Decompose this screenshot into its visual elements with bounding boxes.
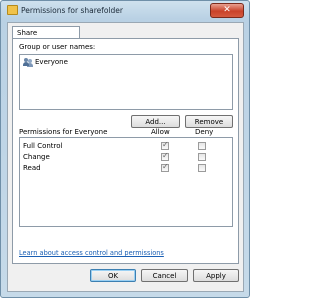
- permission-name: Full Control: [23, 142, 63, 150]
- permissions-dialog: Permissions for sharefolder ✕ Share Perm…: [0, 0, 250, 298]
- deny-checkbox[interactable]: [198, 164, 206, 172]
- permission-row-read: Read: [20, 162, 232, 174]
- deny-checkbox[interactable]: [198, 142, 206, 150]
- close-button[interactable]: ✕: [210, 3, 244, 18]
- group-name: Everyone: [35, 58, 68, 66]
- deny-checkbox[interactable]: [198, 153, 206, 161]
- group-names-label: Group or user names:: [19, 43, 96, 51]
- permission-row-change: Change: [20, 151, 232, 163]
- users-icon: [23, 58, 33, 67]
- permission-name: Read: [23, 164, 41, 172]
- allow-checkbox[interactable]: [161, 151, 169, 161]
- cancel-button[interactable]: Cancel: [141, 269, 188, 282]
- allow-checkbox[interactable]: [161, 140, 169, 150]
- title-bar[interactable]: Permissions for sharefolder ✕: [1, 1, 249, 21]
- allow-checkbox[interactable]: [161, 162, 169, 172]
- permissions-table: Full Control Change Read: [19, 137, 233, 227]
- allow-column-header: Allow: [151, 128, 170, 136]
- window-title: Permissions for sharefolder: [21, 6, 124, 15]
- apply-button[interactable]: Apply: [193, 269, 239, 282]
- group-list[interactable]: Everyone: [19, 54, 233, 110]
- ok-button[interactable]: OK: [90, 269, 136, 282]
- dialog-body: Share Permissions Group or user names: E…: [7, 22, 244, 292]
- permission-name: Change: [23, 153, 50, 161]
- permission-row-full-control: Full Control: [20, 140, 232, 152]
- help-link[interactable]: Learn about access control and permissio…: [19, 249, 164, 257]
- add-button[interactable]: Add...: [131, 115, 180, 128]
- tab-panel: Group or user names: Everyone Add... Rem…: [12, 38, 239, 264]
- list-item[interactable]: Everyone: [23, 58, 103, 68]
- folder-icon: [7, 5, 18, 15]
- deny-column-header: Deny: [195, 128, 214, 136]
- remove-button[interactable]: Remove: [185, 115, 233, 128]
- permissions-header: Permissions for Everyone: [19, 128, 108, 136]
